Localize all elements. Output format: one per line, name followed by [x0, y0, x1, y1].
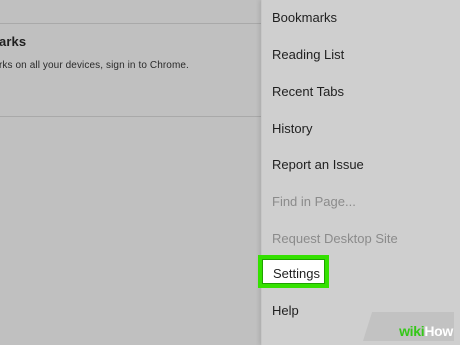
section-divider-top [0, 23, 262, 24]
menu-item-recent-tabs[interactable]: Recent Tabs [272, 84, 344, 100]
menu-item-bookmarks[interactable]: Bookmarks [272, 10, 337, 26]
menu-item-report-an-issue[interactable]: Report an Issue [272, 157, 364, 173]
bookmarks-section-description: rks on all your devices, sign in to Chro… [0, 60, 189, 71]
top-cut-text [0, 0, 50, 3]
menu-item-settings[interactable]: Settings [273, 266, 320, 282]
chrome-page-background: arks rks on all your devices, sign in to… [0, 0, 460, 345]
watermark-wiki: wiki [399, 323, 425, 339]
menu-item-history[interactable]: History [272, 121, 312, 137]
settings-highlight-box[interactable]: Settings [258, 255, 329, 288]
menu-item-help[interactable]: Help [272, 303, 299, 319]
menu-item-reading-list[interactable]: Reading List [272, 47, 344, 63]
section-divider-bottom [0, 116, 262, 117]
watermark-how: How [424, 323, 453, 339]
chrome-overflow-menu: Bookmarks Reading List Recent Tabs Histo… [261, 0, 460, 345]
wikihow-watermark: wikiHow [399, 324, 453, 338]
bookmarks-section-title: arks [0, 34, 27, 49]
menu-item-request-desktop-site: Request Desktop Site [272, 231, 398, 246]
menu-item-find-in-page: Find in Page... [272, 194, 356, 209]
